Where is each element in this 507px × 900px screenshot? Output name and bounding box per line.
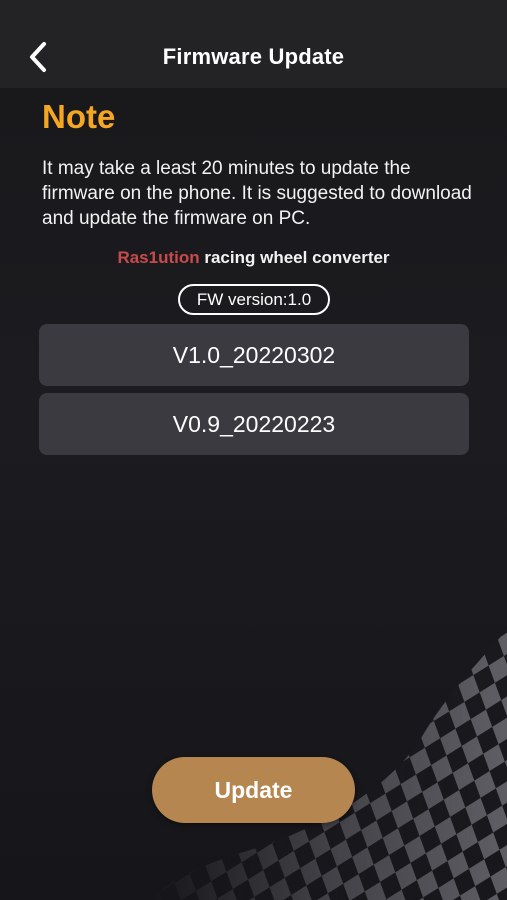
note-heading: Note [42,98,116,135]
brand-name: Ras1ution [117,248,200,267]
device-name: racing wheel converter [199,248,390,267]
device-line: Ras1ution racing wheel converter [0,248,507,268]
page-title: Firmware Update [162,44,345,69]
firmware-item[interactable]: V0.9_20220223 [39,393,469,455]
firmware-list: V1.0_20220302 V0.9_20220223 [39,324,469,462]
update-button[interactable]: Update [152,757,355,823]
firmware-item[interactable]: V1.0_20220302 [39,324,469,386]
fw-version-badge: FW version:1.0 [178,284,330,315]
nav-bar: Firmware Update [0,0,507,88]
checkered-flag-decoration [0,610,507,900]
note-body: It may take a least 20 minutes to update… [42,158,472,229]
